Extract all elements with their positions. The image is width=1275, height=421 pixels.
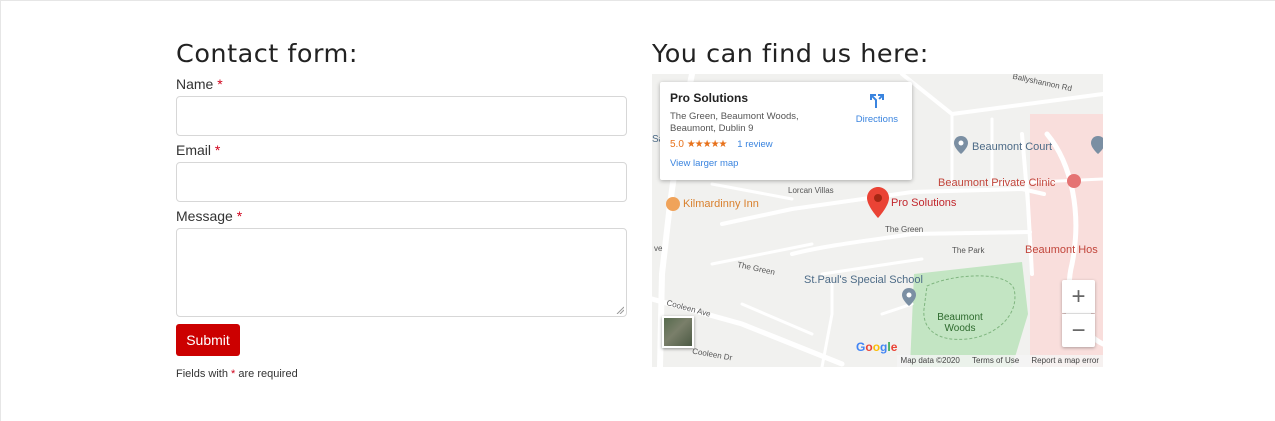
map-data-text: Map data ©2020 (900, 356, 960, 365)
view-larger-map-link[interactable]: View larger map (670, 158, 902, 169)
email-input[interactable] (176, 162, 627, 202)
map-attribution: Map data ©2020 Terms of Use Report a map… (896, 355, 1103, 367)
street-label: Lorcan Villas (788, 186, 834, 195)
embedded-map[interactable]: Ballyshannon Rd Beaumont Court Beaumont … (652, 74, 1103, 367)
terms-of-use-link[interactable]: Terms of Use (972, 356, 1019, 365)
required-mark: * (217, 76, 223, 92)
map-section-title: You can find us here: (652, 39, 929, 68)
poi-label: Beaumont Hos (1025, 244, 1098, 256)
place-info-card: Pro Solutions The Green, Beaumont Woods,… (660, 82, 912, 180)
directions-button[interactable]: Directions (856, 92, 898, 125)
logo-letter: o (872, 340, 881, 354)
email-label-text: Email (176, 142, 212, 158)
star-rating-icon: ★★★★★ (686, 139, 728, 150)
logo-letter: o (865, 340, 873, 354)
reviews-link[interactable]: 1 review (737, 139, 772, 150)
park-label-line: Woods (944, 323, 976, 334)
rating-value: 5.0 (670, 139, 684, 150)
contact-form-title: Contact form: (176, 39, 359, 68)
street-label: ve (654, 244, 663, 253)
satellite-toggle[interactable] (662, 316, 694, 348)
poi-label: St.Paul's Special School (804, 274, 923, 286)
logo-letter: e (890, 340, 898, 354)
address-line: The Green, Beaumont Woods, (670, 111, 799, 122)
zoom-in-button[interactable]: + (1062, 280, 1095, 313)
note-prefix: Fields with (176, 368, 228, 380)
report-error-link[interactable]: Report a map error (1031, 356, 1099, 365)
required-mark: * (214, 142, 221, 158)
directions-icon (869, 94, 884, 108)
map-section: You can find us here: Ballyshannon Rd Be… (652, 40, 1104, 367)
required-mark: * (231, 368, 236, 380)
required-fields-note: Fields with * are required (176, 368, 628, 380)
note-suffix: are required (238, 368, 298, 380)
resize-grip-icon[interactable] (616, 306, 624, 314)
logo-letter: G (856, 340, 866, 354)
poi-label: Beaumont Private Clinic (938, 177, 1056, 189)
poi-label: Beaumont Court (972, 141, 1053, 153)
name-input[interactable] (176, 96, 627, 136)
email-label: Email * (176, 142, 628, 159)
message-label-text: Message (176, 208, 233, 224)
google-logo: Google (856, 340, 897, 354)
street-label: The Green (885, 225, 924, 234)
submit-button[interactable]: Submit (176, 324, 240, 356)
contact-form-section: Contact form: Name * Email * Message * S… (176, 40, 628, 380)
zoom-out-button[interactable]: − (1062, 314, 1095, 347)
park-label-line: Beaumont (937, 312, 983, 323)
park-label: Beaumont Woods (932, 312, 988, 334)
required-mark: * (236, 208, 243, 224)
poi-label: Kilmardinny Inn (683, 198, 759, 210)
name-label-text: Name (176, 76, 214, 92)
address-line: Beaumont, Dublin 9 (670, 123, 754, 134)
street-label: The Park (952, 246, 985, 255)
place-address: The Green, Beaumont Woods, Beaumont, Dub… (670, 111, 830, 135)
directions-label: Directions (855, 114, 898, 125)
name-label: Name * (176, 76, 628, 93)
message-label: Message * (176, 208, 628, 225)
marker-label: Pro Solutions (891, 197, 957, 209)
message-textarea[interactable] (176, 228, 627, 317)
rating-row: 5.0 ★★★★★ 1 review (670, 139, 902, 150)
location-marker-icon (867, 187, 889, 218)
